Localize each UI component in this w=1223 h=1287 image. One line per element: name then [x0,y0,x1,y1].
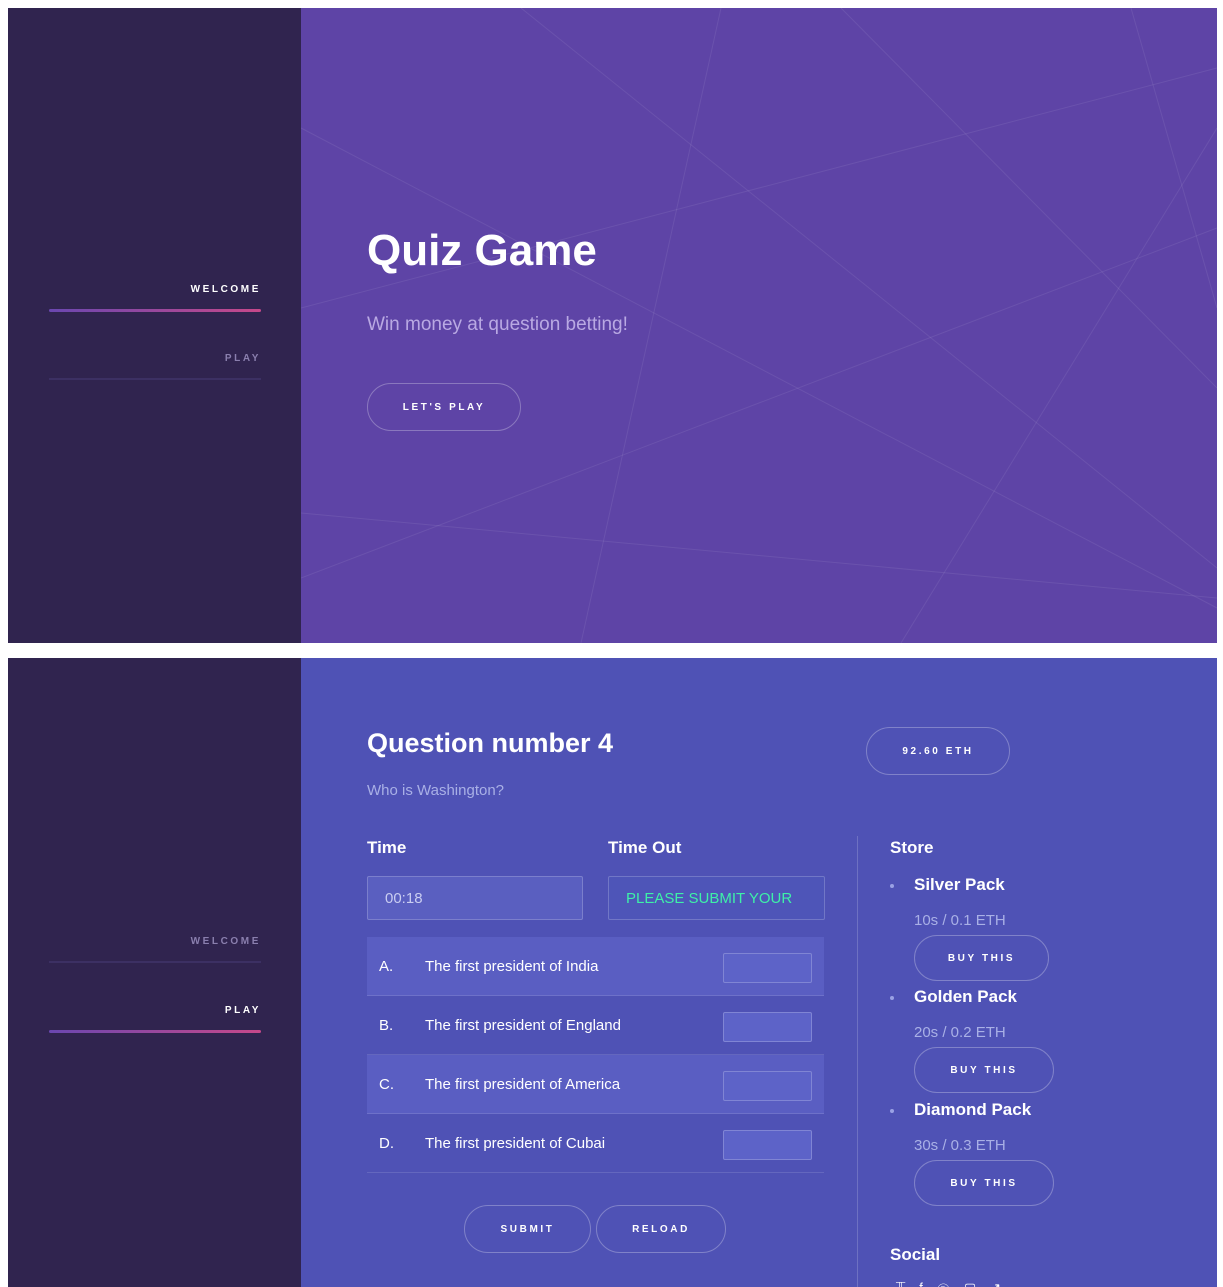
link-icon[interactable]: ↗ [990,1280,1001,1287]
sidebar: WELCOME PLAY [8,8,301,643]
bet-input[interactable] [723,1071,812,1101]
submit-button[interactable]: SUBMIT [464,1205,591,1253]
column-divider [857,836,858,1287]
time-field[interactable]: 00:18 [367,876,583,920]
answer-letter: B. [379,1016,394,1034]
buy-golden-button[interactable]: BUY THIS [914,1047,1054,1093]
page-title: Quiz Game [367,226,597,275]
bullet-icon [890,1109,894,1113]
nav-underline [49,378,261,380]
game-section: Question number 4 Who is Washington? 92.… [301,658,1217,1287]
answer-option-c[interactable]: C. The first president of America [367,1055,824,1114]
active-underline [49,1030,261,1033]
sidebar-item-label: PLAY [224,353,261,364]
social-title: Social [890,1245,941,1264]
sidebar-item-label: WELCOME [190,284,261,295]
twitter-icon[interactable]: 𝕋 [896,1280,905,1287]
sidebar: WELCOME PLAY [8,658,301,1287]
pack-name: Silver Pack [914,875,1005,894]
game-screen: WELCOME PLAY Question number 4 Who is Wa… [8,658,1217,1287]
answer-list: A. The first president of India B. The f… [367,937,824,1173]
answer-letter: C. [379,1075,394,1093]
reload-button[interactable]: RELOAD [596,1205,726,1253]
answer-letter: A. [379,957,394,975]
answer-option-b[interactable]: B. The first president of England [367,996,824,1055]
social-icons: 𝕋 f Ⓟ ▢ ↗ [896,1280,1001,1287]
active-underline [49,309,261,312]
buy-diamond-button[interactable]: BUY THIS [914,1160,1054,1206]
timeout-field[interactable]: PLEASE SUBMIT YOUR [608,876,825,920]
timeout-label: Time Out [608,838,682,857]
pack-price: 30s / 0.3 ETH [914,1137,1006,1154]
bet-input[interactable] [723,953,812,983]
instagram-icon[interactable]: ▢ [964,1280,976,1287]
bullet-icon [890,884,894,888]
balance-badge[interactable]: 92.60 ETH [866,727,1010,775]
buy-silver-button[interactable]: BUY THIS [914,935,1049,981]
pack-price: 10s / 0.1 ETH [914,912,1006,929]
sidebar-item-label: PLAY [224,1005,261,1016]
nav-underline [49,961,261,963]
question-title: Question number 4 [367,728,614,758]
lets-play-button[interactable]: LET'S PLAY [367,383,521,431]
bullet-icon [890,996,894,1000]
page-subtitle: Win money at question betting! [367,314,628,335]
sidebar-item-welcome[interactable]: WELCOME [49,936,261,963]
pack-name: Golden Pack [914,987,1017,1006]
time-label: Time [367,838,407,857]
question-text: Who is Washington? [367,782,505,799]
sidebar-item-label: WELCOME [190,936,261,947]
pinterest-icon[interactable]: Ⓟ [937,1280,950,1287]
sidebar-item-play[interactable]: PLAY [49,353,261,380]
hero-section: Quiz Game Win money at question betting!… [301,8,1217,643]
welcome-screen: WELCOME PLAY Quiz Game Win money at ques… [8,8,1217,643]
bet-input[interactable] [723,1012,812,1042]
answer-option-d[interactable]: D. The first president of Cubai [367,1114,824,1173]
answer-option-a[interactable]: A. The first president of India [367,937,824,996]
store-title: Store [890,838,934,857]
bet-input[interactable] [723,1130,812,1160]
facebook-icon[interactable]: f [919,1280,923,1287]
sidebar-item-play[interactable]: PLAY [49,1005,261,1033]
pack-price: 20s / 0.2 ETH [914,1024,1006,1041]
pack-name: Diamond Pack [914,1100,1032,1119]
answer-letter: D. [379,1134,394,1152]
sidebar-item-welcome[interactable]: WELCOME [49,284,261,312]
